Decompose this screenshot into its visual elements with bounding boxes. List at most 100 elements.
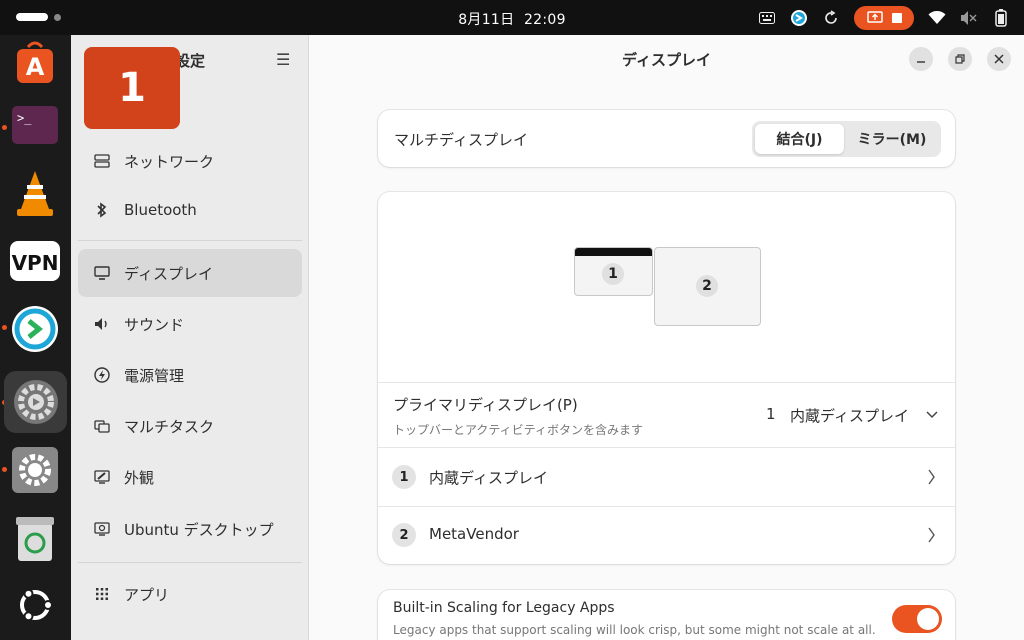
- multi-display-mode-switch: 結合(J) ミラー(M): [752, 121, 941, 157]
- chevron-down-icon[interactable]: [926, 411, 938, 419]
- monitor-number: 2: [696, 275, 718, 297]
- sidebar-item-label: Bluetooth: [124, 201, 197, 219]
- sound-icon: [94, 316, 110, 332]
- display-row-1[interactable]: 1 内蔵ディスプレイ: [378, 448, 955, 506]
- stop-icon[interactable]: [891, 12, 902, 23]
- dock: A >_ VPN: [0, 35, 71, 640]
- sidebar-item-label: ネットワーク: [124, 152, 215, 171]
- svg-text:>_: >_: [17, 111, 32, 125]
- primary-display-label: プライマリディスプレイ(P): [393, 396, 578, 414]
- sidebar-item-sound[interactable]: サウンド: [78, 300, 302, 348]
- refresh-icon[interactable]: [822, 9, 840, 27]
- vlc-icon: [17, 171, 53, 216]
- system-tray: [758, 5, 1010, 30]
- sidebar-separator: [78, 562, 302, 563]
- display-number-badge: 1: [392, 465, 416, 489]
- join-mode-button[interactable]: 結合(J): [755, 124, 844, 154]
- activities-button[interactable]: [16, 13, 61, 21]
- remote-desktop-icon[interactable]: [790, 9, 808, 27]
- show-apps-launcher[interactable]: [7, 577, 63, 633]
- sidebar-item-display[interactable]: ディスプレイ: [78, 249, 302, 297]
- svg-text:VPN: VPN: [12, 251, 59, 275]
- display-name: 内蔵ディスプレイ: [429, 469, 548, 487]
- sidebar-item-power[interactable]: 電源管理: [78, 351, 302, 399]
- close-icon: [994, 54, 1004, 64]
- remote-desktop-launcher[interactable]: [7, 301, 63, 357]
- terminal-launcher[interactable]: >_: [7, 97, 63, 153]
- clock-time[interactable]: 22:09: [524, 12, 566, 28]
- monitor-number: 1: [602, 263, 624, 285]
- primary-display-number: 1: [766, 405, 776, 423]
- settings-launcher-active[interactable]: [4, 371, 67, 433]
- screen-record-icon: [866, 10, 883, 23]
- volume-muted-icon[interactable]: [960, 9, 978, 27]
- sidebar-item-apps[interactable]: アプリ: [78, 570, 302, 618]
- sidebar-item-label: サウンド: [124, 315, 185, 334]
- keyboard-icon[interactable]: [758, 9, 776, 27]
- apps-icon: [94, 586, 110, 602]
- sidebar-separator: [78, 240, 302, 241]
- settings-gear-icon: [12, 447, 58, 493]
- hamburger-menu-icon[interactable]: ☰: [276, 50, 290, 69]
- legacy-scaling-toggle[interactable]: [892, 605, 942, 633]
- wifi-icon[interactable]: [928, 9, 946, 27]
- vpn-launcher[interactable]: VPN: [7, 233, 63, 289]
- sidebar-item-multitasking[interactable]: マルチタスク: [78, 402, 302, 450]
- bluetooth-icon: [94, 202, 110, 218]
- network-icon: [94, 153, 110, 169]
- ubuntu-logo-icon: [20, 588, 53, 622]
- display-arrangement-card: 1 2 プライマリディスプレイ(P) トップバーとアクティビティボタンを含みます…: [378, 192, 955, 564]
- sidebar-item-label: マルチタスク: [124, 417, 215, 436]
- sidebar-item-label: 外観: [124, 468, 155, 487]
- trash-icon: [16, 517, 54, 561]
- vlc-launcher[interactable]: [7, 166, 63, 222]
- sidebar-item-appearance[interactable]: 外観: [78, 453, 302, 501]
- settings-app-icon: [13, 380, 58, 424]
- multi-display-card: マルチディスプレイ 結合(J) ミラー(M): [378, 110, 955, 167]
- terminal-icon: >_: [12, 106, 58, 144]
- remote-desktop-app-icon: [12, 306, 58, 352]
- monitor-topbar: [575, 248, 652, 256]
- display-icon: [94, 265, 110, 281]
- primary-display-value[interactable]: 内蔵ディスプレイ: [790, 405, 909, 426]
- clock-date[interactable]: 8月11日: [458, 12, 514, 28]
- app-center-launcher[interactable]: A: [7, 35, 63, 91]
- sidebar-item-label: 電源管理: [124, 366, 185, 385]
- primary-display-row[interactable]: プライマリディスプレイ(P) トップバーとアクティビティボタンを含みます 1 内…: [378, 383, 955, 447]
- step-badge: 1: [84, 47, 180, 129]
- legacy-scaling-card: Built-in Scaling for Legacy Apps Legacy …: [378, 590, 955, 640]
- screen-record-indicator[interactable]: [854, 5, 914, 30]
- monitor-2[interactable]: 2: [654, 247, 761, 326]
- multi-display-label: マルチディスプレイ: [394, 131, 528, 149]
- chevron-right-icon: [928, 469, 935, 485]
- toggle-knob: [917, 608, 939, 630]
- trash-launcher[interactable]: [7, 510, 63, 566]
- workspace-indicator: [54, 13, 61, 21]
- app-center-icon: A: [17, 41, 53, 83]
- legacy-scaling-label: Built-in Scaling for Legacy Apps: [393, 600, 615, 616]
- multitask-icon: [94, 418, 110, 434]
- restore-icon: [955, 54, 965, 64]
- sidebar-item-ubuntu-desktop[interactable]: Ubuntu デスクトップ: [78, 505, 302, 553]
- monitor-1[interactable]: 1: [574, 247, 653, 296]
- minimize-icon: [917, 61, 925, 63]
- battery-icon[interactable]: [992, 8, 1010, 27]
- settings-window: 設定 ☰ ネットワーク Bluetooth ディスプレイ サウンド 電源管理 マ…: [71, 35, 1024, 640]
- svg-text:A: A: [26, 53, 45, 81]
- display-row-2[interactable]: 2 MetaVendor: [378, 507, 955, 564]
- maximize-button[interactable]: [948, 47, 972, 71]
- sidebar-item-bluetooth[interactable]: Bluetooth: [78, 186, 302, 234]
- sidebar-item-network[interactable]: ネットワーク: [78, 137, 302, 185]
- display-number-badge: 2: [392, 523, 416, 547]
- primary-display-subtitle: トップバーとアクティビティボタンを含みます: [393, 423, 643, 437]
- power-icon: [94, 367, 110, 383]
- vpn-icon: VPN: [10, 241, 60, 281]
- sidebar-item-label: ディスプレイ: [124, 264, 213, 283]
- sidebar-item-label: Ubuntu デスクトップ: [124, 520, 274, 539]
- close-button[interactable]: [987, 47, 1011, 71]
- mirror-mode-button[interactable]: ミラー(M): [846, 124, 938, 154]
- top-bar: 8月11日 22:09: [0, 0, 1024, 35]
- sidebar-item-label: アプリ: [124, 585, 170, 604]
- minimize-button[interactable]: [909, 47, 933, 71]
- settings-launcher[interactable]: [7, 442, 63, 498]
